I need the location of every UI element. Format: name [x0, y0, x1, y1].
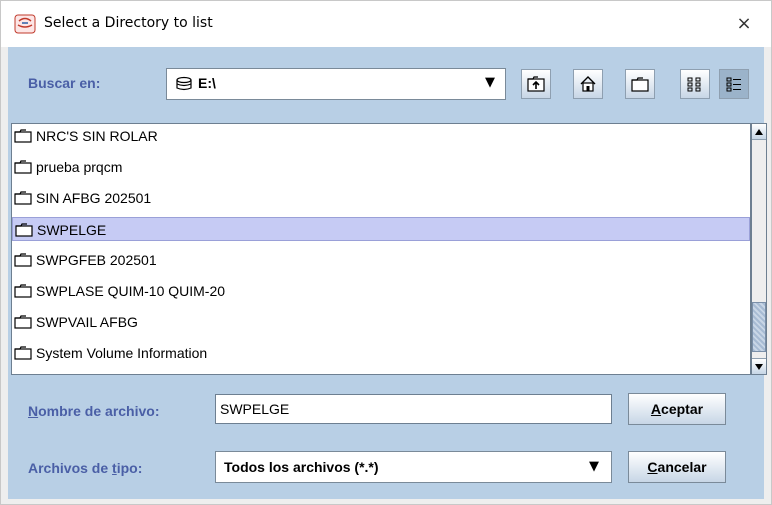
chooser-panel: Buscar en: E:\ ▼ NRC'S SIN ROLAR prueba … [8, 47, 767, 499]
file-list-item[interactable]: SWPGFEB 202501 [12, 248, 750, 272]
accept-button[interactable]: Aceptar [628, 393, 726, 425]
new-folder-icon [631, 77, 649, 92]
file-type-label: Archivos de tipo: [28, 460, 143, 476]
file-list-item[interactable]: SWPELGE [12, 217, 750, 241]
look-in-label: Buscar en: [28, 75, 101, 91]
scroll-down-button[interactable] [752, 358, 766, 374]
folder-icon [14, 160, 32, 174]
folder-icon [14, 191, 32, 205]
list-view-button[interactable] [680, 69, 710, 99]
file-name: SWPLASE QUIM-10 QUIM-20 [36, 283, 226, 299]
window-title: Select a Directory to list [44, 15, 213, 31]
file-name-label: Nombre de archivo: [28, 403, 160, 419]
file-name: SWPELGE [37, 222, 107, 238]
title-bar[interactable]: Select a Directory to list × [1, 1, 771, 47]
new-folder-button[interactable] [625, 69, 655, 99]
home-icon [580, 76, 596, 92]
file-list[interactable]: NRC'S SIN ROLAR prueba prqcm SIN AFBG 2025… [11, 123, 751, 375]
chevron-down-icon[interactable]: ▼ [485, 75, 495, 90]
file-list-item[interactable]: SIN AFBG 202501 [12, 186, 750, 210]
cancel-button[interactable]: Cancelar [628, 451, 726, 483]
file-name: NRC'S SIN ROLAR [36, 128, 158, 144]
folder-icon [15, 223, 33, 237]
file-name: System Volume Information [36, 345, 208, 361]
file-name: SIN AFBG 202501 [36, 190, 152, 206]
folder-icon [14, 315, 32, 329]
file-name: SWPVAIL AFBG [36, 314, 138, 330]
folder-icon [14, 129, 32, 143]
look-in-value: E:\ [198, 75, 216, 91]
chevron-down-icon[interactable]: ▼ [589, 459, 599, 474]
up-folder-button[interactable] [521, 69, 551, 99]
folder-icon [14, 253, 32, 267]
close-icon[interactable]: × [731, 11, 757, 37]
up-folder-icon [527, 76, 545, 92]
folder-icon [14, 346, 32, 360]
vertical-scrollbar[interactable] [751, 123, 767, 375]
java-app-icon [14, 14, 36, 34]
arrow-up-icon [755, 129, 763, 135]
details-view-icon [726, 77, 741, 92]
look-in-combo[interactable]: E:\ ▼ [166, 68, 506, 100]
drive-icon [176, 76, 192, 91]
file-name: prueba prqcm [36, 159, 123, 175]
file-chooser-dialog: Select a Directory to list × Buscar en: … [0, 0, 772, 505]
file-type-value: Todos los archivos (*.*) [224, 459, 379, 475]
home-button[interactable] [573, 69, 603, 99]
scroll-thumb[interactable] [752, 302, 766, 352]
file-name-input[interactable]: SWPELGE [215, 394, 612, 424]
file-list-item[interactable]: SWPVAIL AFBG [12, 310, 750, 334]
file-name-value: SWPELGE [220, 401, 290, 417]
file-name: SWPGFEB 202501 [36, 252, 157, 268]
arrow-down-icon [755, 364, 763, 370]
file-type-combo[interactable]: Todos los archivos (*.*) ▼ [215, 451, 612, 483]
list-view-icon [687, 77, 701, 92]
file-list-item[interactable]: SWPLASE QUIM-10 QUIM-20 [12, 279, 750, 303]
file-list-item[interactable]: System Volume Information [12, 341, 750, 365]
file-list-item[interactable]: prueba prqcm [12, 155, 750, 179]
folder-icon [14, 284, 32, 298]
file-list-item[interactable]: NRC'S SIN ROLAR [12, 124, 750, 148]
details-view-button[interactable] [719, 69, 749, 99]
scroll-up-button[interactable] [752, 124, 766, 140]
